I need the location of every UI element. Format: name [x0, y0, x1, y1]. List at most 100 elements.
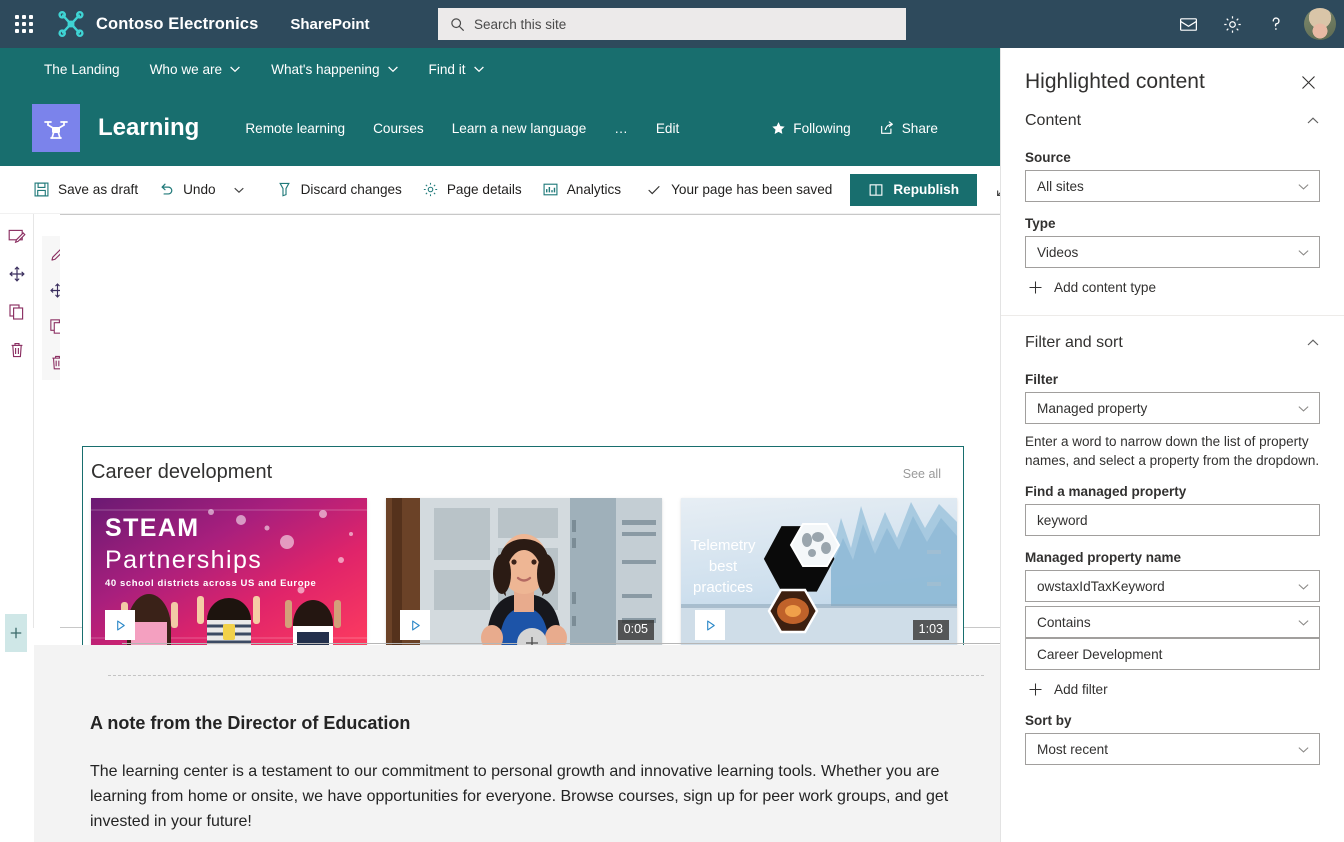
note-heading[interactable]: A note from the Director of Education — [90, 713, 410, 734]
add-content-type-label: Add content type — [1054, 280, 1157, 295]
edit-section-icon[interactable] — [5, 224, 29, 248]
chevron-down-icon — [1297, 743, 1310, 756]
share-label: Share — [901, 120, 938, 136]
webpart-title: Career development — [91, 461, 273, 483]
add-webpart-button[interactable] — [5, 614, 27, 652]
section-placeholder-divider — [108, 675, 984, 676]
property-pane: Highlighted content Content Source All s… — [1000, 48, 1344, 842]
star-icon — [771, 121, 786, 136]
chevron-down-icon — [229, 63, 241, 75]
managed-property-name-dropdown[interactable]: owstaxIdTaxKeyword — [1025, 570, 1320, 602]
add-section-line — [122, 643, 1000, 644]
add-content-type-button[interactable]: Add content type — [1001, 268, 1344, 297]
save-as-draft-button[interactable]: Save as draft — [24, 174, 147, 205]
chevron-down-icon — [1297, 580, 1310, 593]
filter-value-input[interactable]: Career Development — [1025, 638, 1320, 670]
undo-label: Undo — [183, 182, 216, 197]
source-label: Source — [1025, 150, 1071, 165]
delete-section-icon[interactable] — [5, 338, 29, 362]
republish-label: Republish — [893, 182, 960, 197]
duplicate-section-icon[interactable] — [5, 300, 29, 324]
source-dropdown[interactable]: All sites — [1025, 170, 1320, 202]
drone-icon — [41, 113, 71, 143]
site-link-courses[interactable]: Courses — [361, 113, 436, 144]
nav-label: Who we are — [149, 61, 223, 77]
nav-label: What's happening — [271, 61, 380, 77]
save-icon — [33, 181, 50, 198]
org-brand[interactable]: Contoso Electronics — [48, 9, 258, 39]
nav-item-the-landing[interactable]: The Landing — [32, 56, 132, 83]
close-icon[interactable] — [1296, 70, 1320, 94]
search-icon — [450, 17, 465, 32]
site-link-more-overflow[interactable]: … — [602, 113, 640, 144]
site-link-remote-learning[interactable]: Remote learning — [233, 113, 357, 144]
suite-app-name[interactable]: SharePoint — [290, 16, 369, 33]
filter-operand-value: Career Development — [1037, 646, 1163, 662]
plus-icon — [1028, 682, 1043, 697]
chevron-down-icon — [1297, 246, 1310, 259]
analytics-icon — [542, 181, 559, 198]
note-body[interactable]: The learning center is a testament to ou… — [90, 759, 956, 834]
chevron-down-icon — [1297, 180, 1310, 193]
mail-icon[interactable] — [1168, 4, 1208, 44]
analytics-button[interactable]: Analytics — [533, 174, 630, 205]
avatar[interactable] — [1304, 8, 1336, 40]
site-header: Learning Remote learning Courses Learn a… — [0, 90, 1004, 166]
command-bar: Save as draft Undo Discard changes Page … — [0, 166, 1011, 214]
chevron-up-icon — [1306, 114, 1320, 128]
search-placeholder: Search this site — [474, 16, 567, 32]
managed-property-name-label: Managed property name — [1025, 550, 1182, 565]
filter-operator-dropdown[interactable]: Contains — [1025, 606, 1320, 638]
republish-button[interactable]: Republish — [850, 173, 978, 206]
gear-icon[interactable] — [1212, 4, 1252, 44]
suite-bar-actions — [1168, 0, 1336, 48]
waffle-icon — [15, 15, 33, 33]
site-header-actions: Following Share — [761, 90, 948, 166]
type-dropdown[interactable]: Videos — [1025, 236, 1320, 268]
nav-item-find-it[interactable]: Find it — [417, 56, 497, 83]
page-canvas: Career development See all STEAM Partner… — [0, 214, 1004, 842]
following-button[interactable]: Following — [761, 113, 860, 144]
filter-sort-group-label: Filter and sort — [1025, 334, 1123, 351]
sort-by-value: Most recent — [1037, 741, 1109, 757]
gear-icon — [422, 181, 439, 198]
property-pane-title: Highlighted content — [1025, 70, 1205, 93]
site-link-learn-a-new-language[interactable]: Learn a new language — [440, 113, 599, 144]
chevron-up-icon — [1306, 336, 1320, 350]
save-status: Your page has been saved — [646, 182, 832, 198]
checkmark-icon — [646, 182, 662, 198]
undo-icon — [158, 181, 175, 198]
nav-label: Find it — [428, 61, 466, 77]
nav-item-who-we-are[interactable]: Who we are — [138, 56, 254, 83]
org-name: Contoso Electronics — [96, 14, 259, 33]
chevron-down-icon — [473, 63, 485, 75]
filter-description: Enter a word to narrow down the list of … — [1025, 434, 1320, 468]
share-button[interactable]: Share — [869, 112, 948, 144]
filter-dropdown[interactable]: Managed property — [1025, 392, 1320, 424]
undo-button[interactable]: Undo — [149, 174, 225, 205]
discard-changes-button[interactable]: Discard changes — [267, 174, 411, 205]
add-filter-button[interactable]: Add filter — [1001, 670, 1344, 699]
sort-by-dropdown[interactable]: Most recent — [1025, 733, 1320, 765]
content-group-header[interactable]: Content — [1001, 94, 1344, 136]
undo-redo-caret-button[interactable] — [227, 177, 251, 203]
filter-value: Managed property — [1037, 400, 1148, 416]
page-details-label: Page details — [446, 182, 522, 197]
analytics-label: Analytics — [566, 182, 622, 197]
search-input[interactable]: Search this site — [438, 8, 906, 40]
app-launcher-button[interactable] — [0, 0, 48, 48]
filter-sort-group-header[interactable]: Filter and sort — [1001, 316, 1344, 358]
find-managed-property-input[interactable]: keyword — [1025, 504, 1320, 536]
nav-item-whats-happening[interactable]: What's happening — [259, 56, 410, 83]
help-icon[interactable] — [1256, 4, 1296, 44]
type-field: Type Videos — [1001, 216, 1344, 268]
site-logo[interactable] — [32, 104, 80, 152]
site-link-edit[interactable]: Edit — [644, 113, 691, 144]
contoso-drone-logo-icon — [56, 9, 86, 39]
move-section-icon[interactable] — [5, 262, 29, 286]
see-all-link[interactable]: See all — [903, 467, 945, 481]
chevron-down-icon — [233, 184, 245, 196]
discard-changes-label: Discard changes — [300, 182, 402, 197]
page-details-button[interactable]: Page details — [413, 174, 531, 205]
source-value: All sites — [1037, 178, 1084, 194]
